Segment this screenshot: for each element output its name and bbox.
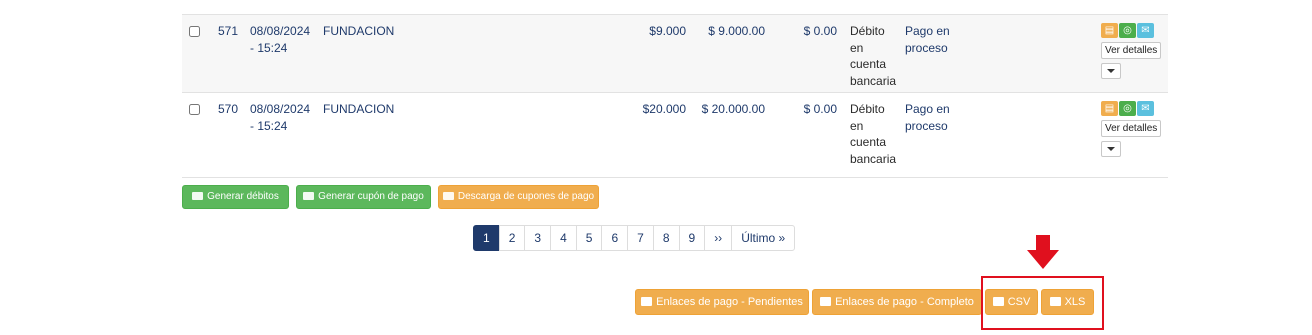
row-date-day: 08/08/2024 — [250, 24, 311, 38]
generate-debits-button[interactable]: Generar débitos — [182, 185, 289, 209]
generate-debits-label: Generar débitos — [207, 191, 279, 202]
whatsapp-icon[interactable]: ◎ — [1119, 23, 1136, 38]
row-status: Pago en proceso — [905, 23, 965, 56]
email-icon[interactable]: ✉ — [1137, 101, 1154, 116]
row-checkbox[interactable] — [189, 104, 200, 115]
page-link-4[interactable]: 4 — [550, 225, 577, 251]
row-id: 570 — [218, 102, 239, 116]
generate-coupon-button[interactable]: Generar cupón de pago — [296, 185, 431, 209]
row-method-line: en — [850, 40, 864, 55]
row-amount: $9.000 — [649, 24, 686, 38]
row-status-line: Pago en — [905, 102, 950, 116]
page-link-2[interactable]: 2 — [498, 225, 526, 251]
pending-links-button[interactable]: Enlaces de pago - Pendientes — [635, 289, 809, 315]
row-method: Débito en cuenta bancaria — [850, 101, 902, 167]
row-date-time: - 15:24 — [250, 118, 288, 133]
row-actions: ▤ ◎ ✉ Ver detalles — [1101, 101, 1161, 157]
row-amount: $20.000 — [642, 102, 686, 116]
whatsapp-icon[interactable]: ◎ — [1119, 101, 1136, 116]
row-name: FUNDACION — [323, 24, 395, 38]
row-id: 571 — [218, 24, 239, 38]
row-method-line: cuenta — [850, 57, 887, 71]
pending-links-label: Enlaces de pago - Pendientes — [656, 296, 803, 308]
row-date-day: 08/08/2024 — [250, 102, 311, 116]
payments-table: 571 08/08/2024 - 15:24 FUNDACION $9.000 $… — [182, 14, 1168, 178]
table-row: 571 08/08/2024 - 15:24 FUNDACION $9.000 $… — [182, 14, 1168, 92]
row-method-line: bancaria — [850, 73, 897, 88]
row-name: FUNDACION — [323, 102, 395, 116]
row-method-line: cuenta — [850, 135, 887, 149]
page-next-link[interactable]: ›› — [704, 225, 733, 251]
page-last-link[interactable]: Último » — [731, 225, 796, 251]
row-method-line: bancaria — [850, 151, 897, 166]
row-status: Pago en proceso — [905, 101, 965, 134]
details-button[interactable]: Ver detalles — [1101, 120, 1161, 137]
download-icon — [820, 297, 832, 306]
row-date: 08/08/2024 - 15:24 — [250, 101, 320, 134]
row-method-line: Débito — [850, 102, 885, 116]
list-icon — [303, 192, 315, 200]
complete-links-label: Enlaces de pago - Completo — [835, 296, 974, 308]
row-status-line: proceso — [905, 118, 948, 133]
download-coupons-label: Descarga de cupones de pago — [457, 191, 595, 202]
row-method-line: Débito — [850, 24, 885, 38]
export-highlight-box — [981, 276, 1104, 330]
row-commission: $ 0.00 — [803, 102, 837, 116]
download-icon — [641, 297, 653, 306]
download-coupons-button[interactable]: Descarga de cupones de pago — [438, 185, 599, 209]
chevron-down-icon[interactable] — [1101, 63, 1121, 79]
row-commission: $ 0.00 — [803, 24, 837, 38]
download-icon — [442, 192, 454, 200]
row-actions: ▤ ◎ ✉ Ver detalles — [1101, 23, 1161, 79]
chevron-down-icon[interactable] — [1101, 141, 1121, 157]
row-method-line: en — [850, 118, 864, 133]
email-icon[interactable]: ✉ — [1137, 23, 1154, 38]
table-row: 570 08/08/2024- 15:24 FUNDACION $20.000 … — [182, 92, 1168, 178]
row-status-line: proceso — [905, 40, 948, 55]
details-button[interactable]: Ver detalles — [1101, 42, 1161, 59]
row-status-line: Pago en — [905, 24, 950, 38]
page-link-9[interactable]: 9 — [678, 225, 706, 251]
copy-icon[interactable]: ▤ — [1101, 23, 1118, 38]
pagination: 1 2 3 4 5 6 7 8 9 ›› Último » — [473, 225, 796, 251]
page-link-5[interactable]: 5 — [575, 225, 603, 251]
page-link-8[interactable]: 8 — [652, 225, 680, 251]
arrow-down-icon — [1027, 235, 1059, 269]
copy-icon[interactable]: ▤ — [1101, 101, 1118, 116]
row-date-time: - 15:24 — [250, 40, 288, 55]
row-method: Débito en cuenta bancaria — [850, 23, 902, 89]
row-total: $ 20.000.00 — [701, 102, 765, 116]
credit-card-icon — [192, 192, 204, 200]
complete-links-button[interactable]: Enlaces de pago - Completo — [812, 289, 982, 315]
page-link-6[interactable]: 6 — [601, 225, 629, 251]
row-total: $ 9.000.00 — [708, 24, 765, 38]
row-date: 08/08/2024 - 15:24 — [250, 23, 320, 56]
generate-coupon-label: Generar cupón de pago — [318, 191, 424, 202]
row-checkbox[interactable] — [189, 26, 200, 37]
page-link-7[interactable]: 7 — [627, 225, 654, 251]
page-link-1[interactable]: 1 — [473, 225, 500, 251]
page-link-3[interactable]: 3 — [524, 225, 552, 251]
